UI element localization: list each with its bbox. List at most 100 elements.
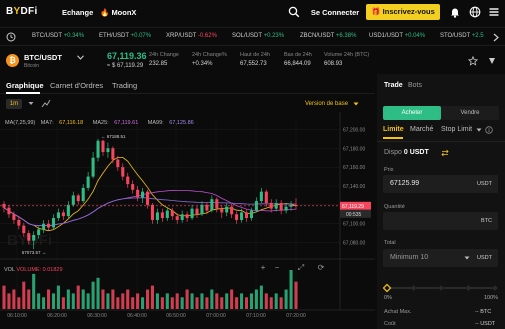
candle-body[interactable] [185, 214, 189, 219]
ticker-item[interactable]: ZBCN/USDT +6.38% [300, 33, 356, 39]
quantity-input[interactable]: BTC [383, 212, 498, 230]
tab-trades[interactable]: Trading [112, 81, 137, 90]
favorite-star-icon[interactable] [468, 56, 478, 66]
timeframe-selector[interactable]: 1m [6, 99, 22, 109]
nav-exchange[interactable]: Echange [62, 8, 93, 17]
candle-body[interactable] [279, 202, 283, 211]
reset-icon[interactable]: ⟳ [315, 263, 327, 272]
chart-version-selector[interactable]: Version de base [305, 101, 348, 107]
tab-bots[interactable]: Bots [408, 82, 422, 89]
candle-body[interactable] [12, 214, 16, 220]
candle-body[interactable] [235, 214, 239, 220]
pair-selector[interactable]: BTC/USDT [24, 53, 62, 62]
chevron-down-icon[interactable] [353, 102, 359, 106]
candle-body[interactable] [150, 204, 155, 220]
ticker-item[interactable]: STO/USDT +2.5 [440, 33, 484, 39]
chevron-down-icon[interactable] [464, 256, 470, 260]
candle-body[interactable] [240, 212, 244, 220]
candle-body[interactable] [210, 199, 214, 211]
candle-body[interactable] [244, 212, 249, 219]
candle-body[interactable] [42, 223, 46, 230]
clock-icon[interactable] [6, 32, 16, 42]
slider-tick-100[interactable] [492, 285, 498, 291]
slider-handle[interactable] [383, 283, 392, 293]
candle-body[interactable] [56, 212, 60, 219]
signup-button[interactable]: 🎁 Inscrivez-vous [366, 4, 440, 20]
candle-body[interactable] [76, 195, 80, 202]
bydfi-logo[interactable]: BYDFi [6, 6, 38, 17]
candle-body[interactable] [106, 148, 110, 153]
buy-tab[interactable]: Acheter [383, 106, 441, 120]
candle-body[interactable] [225, 206, 229, 213]
candle-body[interactable] [136, 189, 140, 198]
candle-body[interactable] [61, 212, 65, 217]
slider-tick-25[interactable] [410, 285, 417, 291]
candle-body[interactable] [170, 210, 174, 217]
total-input[interactable]: Minimum 10 USDT [383, 249, 498, 267]
chevron-down-icon[interactable] [77, 55, 84, 60]
candle-body[interactable] [101, 140, 105, 153]
ticker-item[interactable]: BTC/USDT +0.34% [32, 33, 84, 39]
candle-body[interactable] [66, 204, 70, 217]
zoom-in-icon[interactable]: + [257, 263, 269, 272]
nav-moonx[interactable]: 🔥 MoonX [100, 8, 136, 17]
ticker-item[interactable]: SOL/USDT +0.23% [232, 33, 284, 39]
candle-body[interactable] [249, 210, 253, 219]
candle-body[interactable] [7, 207, 11, 215]
tab-chart[interactable]: Graphique [6, 81, 44, 90]
search-icon[interactable] [288, 6, 300, 18]
candle-body[interactable] [86, 176, 90, 188]
order-type-limit[interactable]: Limite [383, 126, 404, 133]
candle-body[interactable] [160, 212, 164, 219]
settings-icon[interactable] [487, 56, 497, 66]
globe-icon[interactable] [469, 6, 481, 18]
candle-body[interactable] [51, 218, 56, 228]
chevron-down-icon[interactable] [476, 128, 482, 132]
price-chart[interactable]: 67,200.00 67,180.00 67,160.00 67,140.00 67,1… [0, 112, 375, 319]
price-input[interactable]: 67125.99 USDT [383, 175, 498, 193]
candle-body[interactable] [17, 219, 21, 226]
candle-body[interactable] [96, 140, 100, 158]
info-icon[interactable] [485, 126, 493, 134]
candle-body[interactable] [116, 159, 120, 168]
candle-body[interactable] [121, 167, 125, 177]
candle-body[interactable] [230, 206, 234, 215]
candle-body[interactable] [145, 191, 150, 205]
tab-trade[interactable]: Trade [384, 82, 403, 89]
order-type-stop-limit[interactable]: Stop Limit [441, 126, 472, 133]
candle-body[interactable] [200, 204, 204, 215]
candle-body[interactable] [220, 208, 224, 213]
menu-icon[interactable] [488, 6, 500, 18]
candle-body[interactable] [141, 191, 145, 198]
candle-body[interactable] [165, 210, 169, 219]
indicators-icon[interactable] [41, 99, 51, 109]
ticker-item[interactable]: USD1/USDT +0.04% [369, 33, 425, 39]
candle-body[interactable] [155, 212, 159, 220]
ticker-item[interactable]: XRP/USDT -0.62% [166, 33, 217, 39]
sell-tab[interactable]: Vendre [441, 106, 499, 120]
fullscreen-icon[interactable]: ⤢ [295, 263, 307, 273]
candle-body[interactable] [264, 191, 268, 203]
candle-body[interactable] [91, 157, 95, 177]
candle-body[interactable] [71, 195, 75, 205]
zoom-out-icon[interactable]: − [271, 263, 283, 272]
candle-body[interactable] [175, 216, 179, 220]
order-type-market[interactable]: Marché [410, 126, 433, 133]
candle-body[interactable] [195, 208, 199, 215]
chevron-down-icon[interactable] [28, 101, 34, 106]
candle-body[interactable] [111, 148, 115, 160]
slider-tick-50[interactable] [438, 285, 444, 291]
candle-body[interactable] [47, 223, 51, 228]
candle-body[interactable] [81, 187, 85, 202]
candle-body[interactable] [259, 191, 263, 202]
login-button[interactable]: Se Connecter [307, 5, 363, 20]
ticker-item[interactable]: ETH/USDT +0.07% [99, 33, 151, 39]
candle-body[interactable] [131, 184, 135, 190]
candle-body[interactable] [284, 206, 288, 211]
slider-tick-75[interactable] [465, 285, 472, 291]
transfer-icon[interactable] [441, 149, 449, 157]
chevron-right-icon[interactable] [491, 33, 501, 42]
candle-body[interactable] [215, 199, 219, 209]
candle-body[interactable] [190, 208, 194, 219]
candle-body[interactable] [126, 176, 130, 185]
